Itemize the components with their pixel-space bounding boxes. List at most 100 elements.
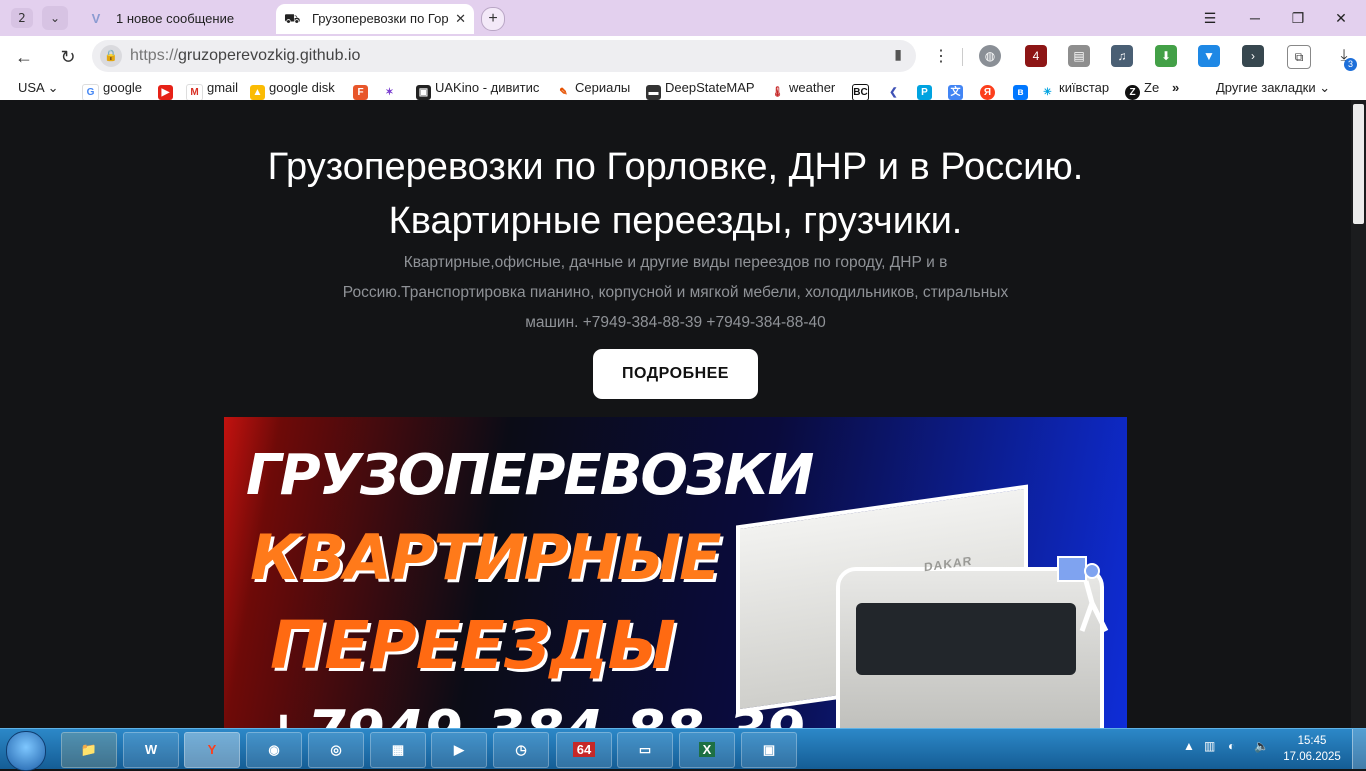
bookmark-p[interactable]: P [917,80,936,100]
headline-line-2: Квартирные переезды, грузчики. [388,200,963,242]
windows-start-button[interactable] [6,731,46,771]
bookmark-vk[interactable]: в [1013,80,1032,100]
p-icon: P [917,85,932,100]
bookmark-google-disk[interactable]: ▲ google disk [250,80,335,100]
minimize-button[interactable]: ─ [1240,7,1270,29]
bookmark-weather[interactable]: 🌡 weather [770,80,835,100]
bookmark-bc[interactable]: BC [852,80,873,101]
show-desktop-button[interactable] [1352,729,1366,769]
windows-taskbar: 📁 W Y ◉ ◎ ▦ ▶ ◷ 64 ▭ X ▣ ▲ ▥ ◐ 🔈 15:45 1… [0,728,1366,771]
close-window-button[interactable]: ✕ [1326,7,1356,29]
reload-icon[interactable]: ↻ [56,45,80,69]
antivirus-tray-icon[interactable]: ◐ [1228,739,1235,753]
bookmark-gmail[interactable]: Mgmail [186,80,238,101]
vertical-scrollbar[interactable] [1351,100,1366,728]
clock-date: 17.06.2025 [1283,751,1341,763]
globe-app-icon[interactable]: ◎ [308,732,364,768]
page-headline: Грузоперевозки по Горловке, ДНР и в Росс… [0,140,1351,248]
tab-title: 1 новое сообщение [116,11,235,26]
bookmark-youtube[interactable]: ▶ [158,80,177,100]
bookmark-yandex[interactable]: Я [980,80,999,100]
back-arrow-icon[interactable]: ← [12,45,36,69]
file-explorer-icon[interactable]: 📁 [61,732,117,768]
aida64-icon[interactable]: 64 [556,732,612,768]
clock-app-icon[interactable]: ◷ [493,732,549,768]
tray-overflow-icon[interactable]: ▲ [1183,739,1195,753]
uakino-icon: ▣ [416,85,431,100]
other-bookmarks-folder[interactable]: Другие закладки ⌄ [1216,80,1330,96]
restore-button[interactable]: ❐ [1283,7,1313,29]
more-details-button[interactable]: ПОДРОБНЕЕ [593,349,758,399]
google-icon: G [82,84,99,101]
lead-line-1: Квартирные,офисные, дачные и другие виды… [403,254,948,271]
tab-active-gruzoperevozki[interactable]: ⛟ Грузоперевозки по Гор ✕ [276,4,474,34]
bookmark-serialy[interactable]: ✎ Сериалы [556,80,630,100]
bookmark-usa-folder[interactable]: USA ⌄ [18,80,59,96]
bookmark-icon[interactable]: ▮ [894,46,902,63]
new-tab-button[interactable]: + [481,7,505,31]
lead-line-3: машин. +7949-384-88-39 +7949-384-88-40 [525,314,826,331]
lock-icon[interactable]: 🔒 [100,45,122,67]
bookmark-translate[interactable]: 文 [948,80,967,100]
address-bar[interactable]: 🔒 https://gruzoperevozkig.github.io ▮ [92,40,916,72]
toolbar-separator [962,48,963,66]
chevron-down-icon: ⌄ [47,80,59,95]
bookmark-ze[interactable]: Z Ze [1125,80,1159,100]
excel-icon[interactable]: X [679,732,735,768]
puzzle-extensions-icon[interactable]: ⧉ [1287,45,1311,69]
arrow-icon: ❮ [886,85,901,100]
headline-line-1: Грузоперевозки по Горловке, ДНР и в Росс… [267,146,1084,188]
bookmarks-overflow-button[interactable]: » [1172,80,1179,96]
remote-desktop-icon[interactable]: ▣ [741,732,797,768]
more-vertical-icon[interactable]: ⋮ [929,45,953,69]
kyivstar-icon: ✳ [1040,85,1055,100]
bookmark-kyivstar[interactable]: ✳ київстар [1040,80,1109,100]
youtube-icon: ▶ [158,85,173,100]
banner-subtitle-1: КВАРТИРНЫЕ [250,521,721,594]
truck-windshield [856,603,1076,675]
tab-strip: 2 ⌄ V 1 новое сообщение ⛟ Грузоперевозки… [0,0,1366,36]
briefcase-extension-icon[interactable]: ▤ [1068,45,1090,67]
bookmark-uakino[interactable]: ▣ UAKino - дивитис [416,80,539,100]
banner-subtitle-2: ПЕРЕЕЗДЫ [270,607,676,684]
banner-phone: +7949-384-88-39 [260,699,805,728]
download-arrow-extension-icon[interactable]: ⬇ [1155,45,1177,67]
page-content: Грузоперевозки по Горловке, ДНР и в Росс… [0,100,1351,728]
tab-list-chevron-icon[interactable]: ⌄ [42,6,68,30]
series-icon: ✎ [556,85,571,100]
scrollbar-thumb[interactable] [1353,104,1364,224]
menu-icon[interactable]: ☰ [1195,7,1225,29]
bookmark-f[interactable]: F [353,80,372,100]
wise-care-icon[interactable]: W [123,732,179,768]
mover-figure-icon [1057,556,1109,633]
close-tab-icon[interactable]: ✕ [455,4,466,34]
yandex-browser-icon[interactable]: Y [184,732,240,768]
money-app-icon[interactable]: ▦ [370,732,426,768]
yandex-icon: Я [980,85,995,100]
lead-line-2: Россию.Транспортировка пианино, корпусно… [342,284,1009,301]
url-text[interactable]: https://gruzoperevozkig.github.io [130,47,360,65]
volume-icon[interactable]: 🔈 [1254,739,1269,753]
tab-count-button[interactable]: 2 [11,8,33,28]
navigation-bar: ← ↻ 🔒 https://gruzoperevozkig.github.io … [0,36,1366,76]
bookmark-google[interactable]: Ggoogle [82,80,142,101]
terminal-extension-icon[interactable]: › [1242,45,1264,67]
tab-vk-messages[interactable]: V 1 новое сообщение [80,4,272,34]
chrome-icon[interactable]: ◉ [246,732,302,768]
ublock-icon[interactable]: 4 [1025,45,1047,67]
deepstate-icon: ▬ [646,85,661,100]
media-player-icon[interactable]: ▶ [431,732,487,768]
banner-title: ГРУЗОПЕРЕВОЗКИ [246,443,814,508]
system-clock[interactable]: 15:45 17.06.2025 [1276,733,1348,765]
vk-icon: в [1013,85,1028,100]
network-icon[interactable]: ▥ [1204,739,1215,753]
clock-time: 15:45 [1297,735,1327,747]
notepad-icon[interactable]: ▭ [617,732,673,768]
shield-extension-icon[interactable]: ▼ [1198,45,1220,67]
bookmark-star[interactable]: ✶ [382,80,401,100]
media-extension-icon[interactable]: ♫ [1111,45,1133,67]
bookmark-arrow[interactable]: ❮ [886,80,905,100]
f-icon: F [353,85,368,100]
bookmark-deepstatemap[interactable]: ▬ DeepStateMAP [646,80,755,100]
globe-extension-icon[interactable]: ◍ [979,45,1001,67]
